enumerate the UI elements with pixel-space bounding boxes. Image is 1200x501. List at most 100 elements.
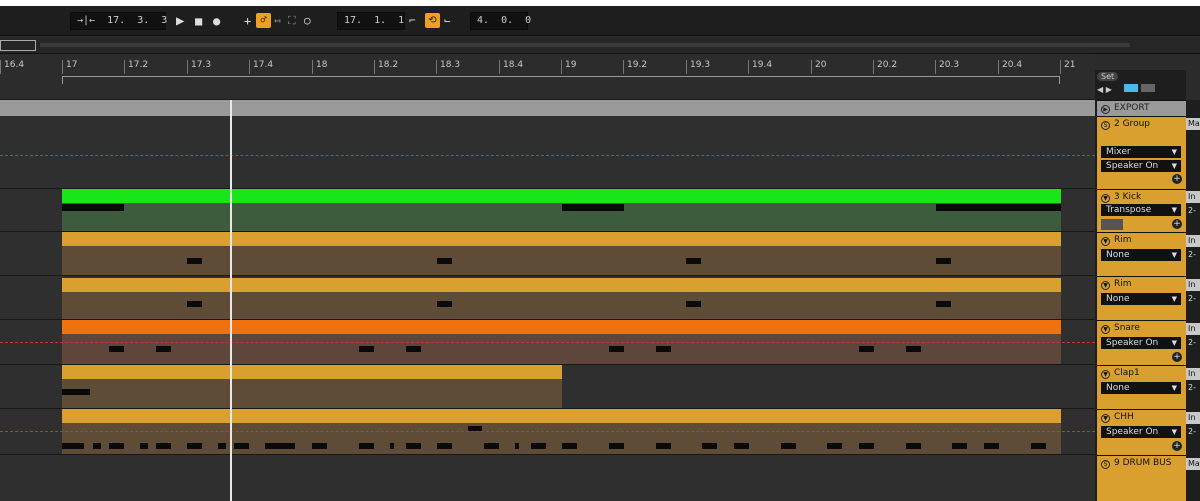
loop-brace[interactable] [62, 76, 1060, 84]
midi-note[interactable] [109, 443, 124, 449]
midi-note[interactable] [406, 443, 421, 449]
midi-note[interactable] [609, 443, 624, 449]
session-record-icon[interactable]: ○ [304, 12, 311, 30]
midi-note[interactable] [609, 346, 624, 352]
track-header-chh[interactable]: ▼ CHH Speaker On ▼ + [1097, 409, 1186, 455]
prev-locator-icon[interactable]: ◀ [1097, 85, 1103, 94]
io-input-type[interactable]: In [1186, 235, 1200, 247]
midi-note[interactable] [359, 443, 374, 449]
loop-start-display[interactable]: 17. 1. 1 [337, 12, 405, 30]
fold-icon[interactable]: ▼ [1101, 370, 1110, 379]
device-chooser[interactable]: None ▼ [1101, 293, 1181, 305]
draw-mode-icon[interactable] [1124, 84, 1139, 92]
rim-clip-1-header[interactable] [62, 232, 1061, 246]
midi-note[interactable] [952, 443, 967, 449]
track-header-export[interactable]: ▶ EXPORT [1097, 100, 1186, 116]
capture-icon[interactable]: ⛶ [288, 12, 296, 30]
stop-icon[interactable]: ■ [195, 12, 202, 30]
midi-note[interactable] [359, 346, 374, 352]
track-header-kick[interactable]: ▼ 3 Kick Transpose ▼ + [1097, 189, 1186, 232]
io-input-type[interactable]: In [1186, 323, 1200, 335]
lock-icon[interactable] [1140, 84, 1155, 92]
device-chooser[interactable]: None ▼ [1101, 382, 1181, 394]
midi-note[interactable] [187, 258, 202, 264]
midi-note[interactable] [234, 443, 249, 449]
record-icon[interactable]: ● [213, 12, 220, 30]
midi-note[interactable] [218, 443, 226, 449]
midi-note[interactable] [562, 204, 624, 211]
midi-note[interactable] [734, 443, 749, 449]
midi-note[interactable] [827, 443, 842, 449]
rim-clip-2-header[interactable] [62, 278, 1061, 292]
chh-clip-header[interactable] [62, 409, 1061, 423]
midi-note[interactable] [656, 443, 671, 449]
midi-note[interactable] [781, 443, 796, 449]
control-chooser[interactable]: Speaker On ▼ [1101, 426, 1181, 438]
midi-note[interactable] [187, 443, 202, 449]
add-automation-icon[interactable]: + [1172, 352, 1182, 362]
midi-note[interactable] [156, 346, 171, 352]
track-header-rim-1[interactable]: ▼ Rim None ▼ [1097, 232, 1186, 276]
track-lane-drum-bus[interactable] [0, 455, 1095, 501]
midi-note[interactable] [62, 443, 84, 449]
fold-icon[interactable]: ▼ [1101, 325, 1110, 334]
track-header-rim-2[interactable]: ▼ Rim None ▼ [1097, 276, 1186, 320]
control-chooser[interactable]: Speaker On ▼ [1101, 337, 1181, 349]
midi-note[interactable] [312, 443, 327, 449]
clap-clip-header[interactable] [62, 365, 562, 379]
midi-note[interactable] [437, 258, 452, 264]
add-automation-icon[interactable]: + [1172, 219, 1182, 229]
midi-note[interactable] [62, 204, 124, 211]
midi-note[interactable] [906, 346, 921, 352]
track-lane-kick[interactable] [0, 189, 1095, 232]
midi-note[interactable] [1031, 443, 1046, 449]
arrangement-overview[interactable] [0, 37, 1200, 54]
io-channel[interactable]: 2- [1186, 382, 1200, 394]
midi-note[interactable] [936, 204, 1061, 211]
next-locator-icon[interactable]: ▶ [1106, 85, 1112, 94]
fold-icon[interactable]: ▼ [1101, 237, 1110, 246]
playhead[interactable] [230, 100, 232, 501]
io-input-type[interactable]: Ma [1186, 458, 1200, 470]
fold-icon[interactable]: ▼ [1101, 281, 1110, 290]
midi-note[interactable] [702, 443, 717, 449]
position-display[interactable]: →|← 17. 3. 3 [70, 12, 167, 30]
midi-note[interactable] [265, 443, 295, 449]
value-box[interactable] [1101, 219, 1123, 230]
rim-clip-2[interactable] [62, 278, 1061, 319]
rim-clip-1[interactable] [62, 232, 1061, 275]
io-input-type[interactable]: In [1186, 368, 1200, 380]
io-channel[interactable]: 2- [1186, 426, 1200, 438]
punch-out-icon[interactable]: ⌙ [444, 12, 451, 30]
loop-switch-icon[interactable]: ⟲ [425, 13, 440, 28]
clap-clip[interactable] [62, 365, 562, 408]
track-header-drum-bus[interactable]: S 9 DRUM BUS [1097, 455, 1186, 501]
midi-note[interactable] [484, 443, 499, 449]
track-lane-chh[interactable] [0, 409, 1095, 455]
io-input-type[interactable]: In [1186, 191, 1200, 203]
device-chooser[interactable]: Mixer ▼ [1101, 146, 1181, 158]
midi-note[interactable] [437, 443, 452, 449]
fold-icon[interactable]: S [1101, 460, 1110, 469]
midi-note[interactable] [62, 389, 90, 395]
io-input-type[interactable]: Ma [1186, 118, 1200, 130]
add-automation-icon[interactable]: + [1172, 174, 1182, 184]
overview-viewport[interactable] [0, 40, 36, 51]
midi-note[interactable] [859, 346, 874, 352]
automation-arm-icon[interactable]: ♂ [256, 13, 271, 28]
midi-note[interactable] [109, 346, 124, 352]
io-channel[interactable]: 2- [1186, 205, 1200, 217]
loop-length-display[interactable]: 4. 0. 0 [470, 12, 531, 30]
fold-icon[interactable]: ▼ [1101, 414, 1110, 423]
track-lane-group[interactable] [0, 116, 1095, 189]
midi-note[interactable] [562, 443, 577, 449]
io-channel[interactable]: 2- [1186, 293, 1200, 305]
midi-note[interactable] [686, 301, 701, 307]
back-to-arrangement-icon[interactable]: ↤ [274, 12, 281, 30]
punch-in-icon[interactable]: ⌐ [409, 12, 416, 30]
device-chooser[interactable]: None ▼ [1101, 249, 1181, 261]
track-header-clap[interactable]: ▼ Clap1 None ▼ [1097, 365, 1186, 409]
midi-note[interactable] [390, 443, 394, 449]
io-channel[interactable]: 2- [1186, 337, 1200, 349]
fold-icon[interactable]: S [1101, 121, 1110, 130]
